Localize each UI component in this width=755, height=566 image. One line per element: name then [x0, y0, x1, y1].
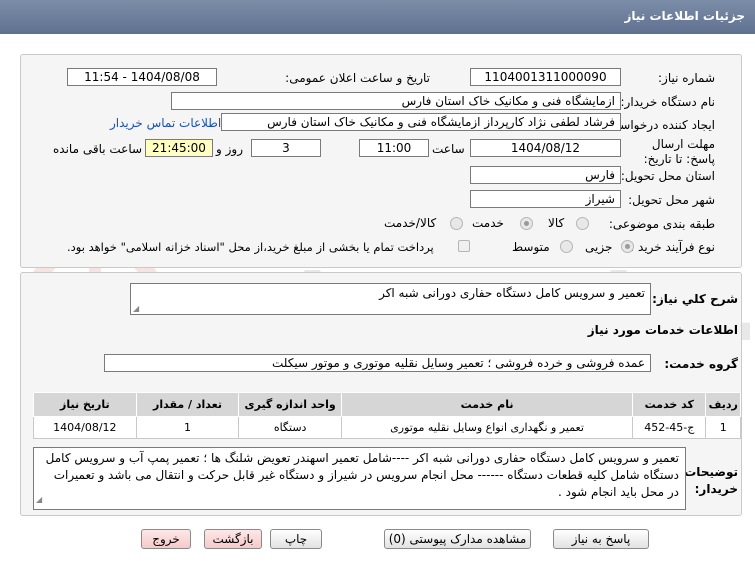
buyer-notes-field[interactable]: تعمیر و سرویس کامل دستگاه حفاری دورانی ش… — [33, 447, 686, 510]
category-radio-goods[interactable] — [576, 217, 589, 230]
remaining-time-label: ساعت باقی مانده — [53, 142, 143, 156]
column-header: تعداد / مقدار — [135, 392, 240, 417]
general-desc-text: تعمیر و سرویس کامل دستگاه حفاری دورانی ش… — [379, 286, 645, 300]
delivery-city-field[interactable]: شیراز — [470, 190, 621, 208]
category-radio-service[interactable] — [520, 217, 533, 230]
deadline-time-label: ساعت — [432, 142, 465, 156]
purchase-type-label: نوع فرآیند خرید : — [630, 240, 715, 254]
need-number-field[interactable]: 1104001311000090 — [470, 68, 621, 86]
purchase-radio-minor[interactable] — [621, 240, 634, 253]
purchase-option-medium: متوسط — [512, 240, 550, 254]
category-radio-goods-service[interactable] — [450, 217, 463, 230]
reply-button[interactable]: پاسخ به نیاز — [553, 529, 649, 549]
treasury-note: پرداخت تمام یا بخشی از مبلغ خرید،از محل … — [67, 240, 434, 254]
announce-datetime-label: تاریخ و ساعت اعلان عمومی: — [285, 71, 430, 85]
deadline-time-field[interactable]: 11:00 — [359, 139, 429, 157]
requester-label: ایجاد کننده درخواست: — [604, 118, 715, 132]
deadline-date-field[interactable]: 1404/08/12 — [470, 139, 621, 157]
table-row[interactable]: 1 ج-45-452 تعمیر و نگهداری انواع وسایل ن… — [33, 416, 741, 439]
buyer-org-field[interactable]: ازمایشگاه فنی و مکانیک خاک استان فارس — [171, 92, 621, 110]
window-titlebar: جزئیات اطلاعات نیاز — [0, 0, 755, 34]
table-cell: ج-45-452 — [632, 416, 707, 439]
treasury-checkbox[interactable] — [458, 240, 470, 252]
category-option-goods: کالا — [548, 216, 565, 230]
exit-button[interactable]: خروج — [141, 529, 191, 549]
resize-grip-icon[interactable]: ◢ — [36, 491, 42, 508]
purchase-radio-medium[interactable] — [560, 240, 573, 253]
requester-field[interactable]: فرشاد لطفی نژاد کارپرداز ازمایشگاه فنی و… — [221, 113, 621, 131]
column-header: تاریخ نیاز — [33, 392, 137, 417]
column-header: ردیف — [705, 392, 741, 417]
print-button[interactable]: چاپ — [270, 529, 322, 549]
delivery-province-field[interactable]: فارس — [470, 166, 621, 184]
category-label: طبقه بندی موضوعی: — [608, 217, 715, 231]
column-header: واحد اندازه گیری — [238, 392, 342, 417]
deadline-label: مهلت ارسال پاسخ: تا تاریخ: — [643, 137, 715, 166]
services-heading: اطلاعات خدمات مورد نياز — [587, 323, 738, 337]
back-button[interactable]: بازگشت — [204, 529, 262, 549]
services-table: ردیف کد خدمت نام خدمت واحد اندازه گیری ت… — [33, 392, 741, 439]
table-cell: 1 — [705, 416, 741, 439]
general-desc-field[interactable]: تعمیر و سرویس کامل دستگاه حفاری دورانی ش… — [130, 283, 651, 315]
delivery-province-label: استان محل تحویل: — [620, 169, 715, 183]
column-header: نام خدمت — [340, 392, 634, 417]
delivery-city-label: شهر محل تحویل: — [628, 193, 715, 207]
general-desc-label: شرح کلي نياز: — [652, 292, 738, 306]
buyer-notes-label: توضیحات خریدار: — [684, 465, 738, 496]
service-group-field[interactable]: عمده فروشی و خرده فروشی ؛ تعمیر وسایل نق… — [104, 354, 651, 372]
window-title: جزئیات اطلاعات نیاز — [624, 9, 745, 23]
deadline-days-field[interactable]: 3 — [251, 139, 321, 157]
resize-grip-icon[interactable]: ◢ — [133, 304, 139, 313]
attachments-button[interactable]: مشاهده مدارک پیوستی (0) — [384, 529, 531, 549]
category-option-service: خدمت — [472, 216, 504, 230]
table-cell: دستگاه — [238, 416, 342, 439]
remaining-time-field: 21:45:00 — [145, 139, 213, 157]
need-number-label: شماره نیاز: — [658, 71, 715, 85]
deadline-days-label: روز و — [216, 142, 243, 156]
table-cell: تعمیر و نگهداری انواع وسایل نقلیه موتوری — [340, 416, 634, 439]
column-header: کد خدمت — [632, 392, 707, 417]
table-header-row: ردیف کد خدمت نام خدمت واحد اندازه گیری ت… — [33, 392, 741, 417]
announce-datetime-field[interactable]: 1404/08/08 - 11:54 — [67, 68, 217, 86]
buyer-contact-link[interactable]: اطلاعات تماس خریدار — [110, 116, 221, 130]
buyer-notes-text: تعمیر و سرویس کامل دستگاه حفاری دورانی ش… — [45, 451, 679, 499]
service-group-label: گروه خدمت: — [664, 357, 738, 371]
category-option-goods-service: کالا/خدمت — [384, 216, 437, 230]
table-cell: 1 — [135, 416, 240, 439]
purchase-option-minor: جزیی — [585, 240, 613, 254]
buyer-org-label: نام دستگاه خریدار: — [620, 95, 716, 109]
table-cell: 1404/08/12 — [33, 416, 137, 439]
